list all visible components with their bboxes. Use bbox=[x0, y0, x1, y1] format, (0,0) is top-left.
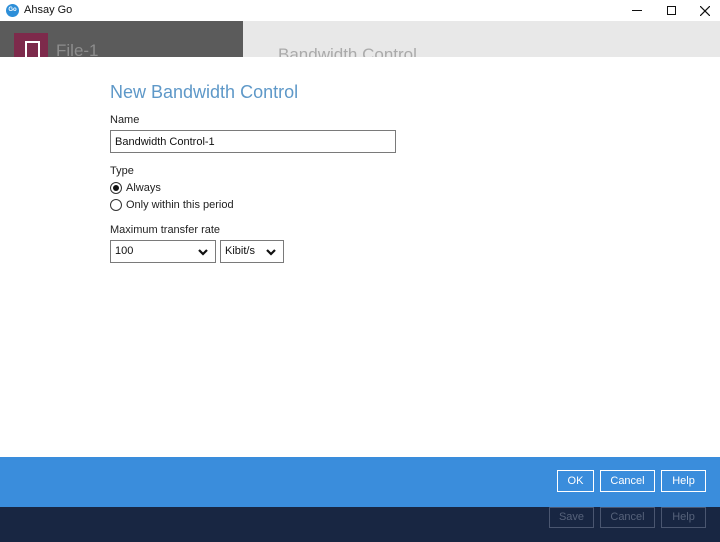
radio-checked-icon[interactable] bbox=[110, 182, 122, 194]
rate-label: Maximum transfer rate bbox=[110, 224, 221, 236]
window-title: Ahsay Go bbox=[24, 4, 73, 16]
rate-unit-select[interactable]: Kibit/s bbox=[220, 240, 284, 263]
window-titlebar: Go Ahsay Go bbox=[0, 0, 720, 21]
chevron-down-icon bbox=[266, 249, 276, 256]
maximize-button[interactable] bbox=[654, 0, 688, 21]
name-label: Name bbox=[110, 114, 140, 126]
rate-value: 100 bbox=[115, 245, 134, 257]
type-label: Type bbox=[110, 165, 134, 177]
maximize-icon bbox=[666, 6, 676, 15]
close-button[interactable] bbox=[688, 0, 720, 21]
file-icon bbox=[14, 33, 48, 57]
type-option-period[interactable]: Only within this period bbox=[110, 199, 234, 211]
background-footer: Save Cancel Help bbox=[0, 507, 720, 542]
rate-select[interactable]: 100 bbox=[110, 240, 216, 263]
minimize-button[interactable] bbox=[620, 0, 654, 21]
cancel-button[interactable]: Cancel bbox=[600, 470, 655, 492]
background-left-panel: File-1 bbox=[0, 21, 243, 57]
background-save-button: Save bbox=[549, 507, 594, 528]
background-help-button: Help bbox=[661, 507, 706, 528]
minimize-icon bbox=[632, 10, 642, 11]
type-option-always[interactable]: Always bbox=[110, 182, 161, 194]
close-icon bbox=[700, 5, 710, 16]
chevron-down-icon bbox=[198, 249, 208, 256]
background-cancel-button: Cancel bbox=[600, 507, 655, 528]
background-header: File-1 Bandwidth Control bbox=[0, 21, 720, 57]
rate-unit-value: Kibit/s bbox=[225, 245, 255, 257]
new-bandwidth-control-dialog: New Bandwidth Control Name Type Always O… bbox=[0, 57, 720, 457]
type-option-period-label: Only within this period bbox=[126, 199, 234, 211]
help-button[interactable]: Help bbox=[661, 470, 706, 492]
type-option-always-label: Always bbox=[126, 182, 161, 194]
radio-unchecked-icon[interactable] bbox=[110, 199, 122, 211]
name-input[interactable] bbox=[110, 130, 396, 153]
ok-button[interactable]: OK bbox=[557, 470, 594, 492]
app-logo-icon: Go bbox=[6, 4, 19, 17]
background-page-title: Bandwidth Control bbox=[278, 45, 417, 57]
dialog-title: New Bandwidth Control bbox=[110, 82, 299, 102]
dialog-footer: OK Cancel Help bbox=[0, 457, 720, 507]
background-left-label: File-1 bbox=[56, 41, 99, 57]
